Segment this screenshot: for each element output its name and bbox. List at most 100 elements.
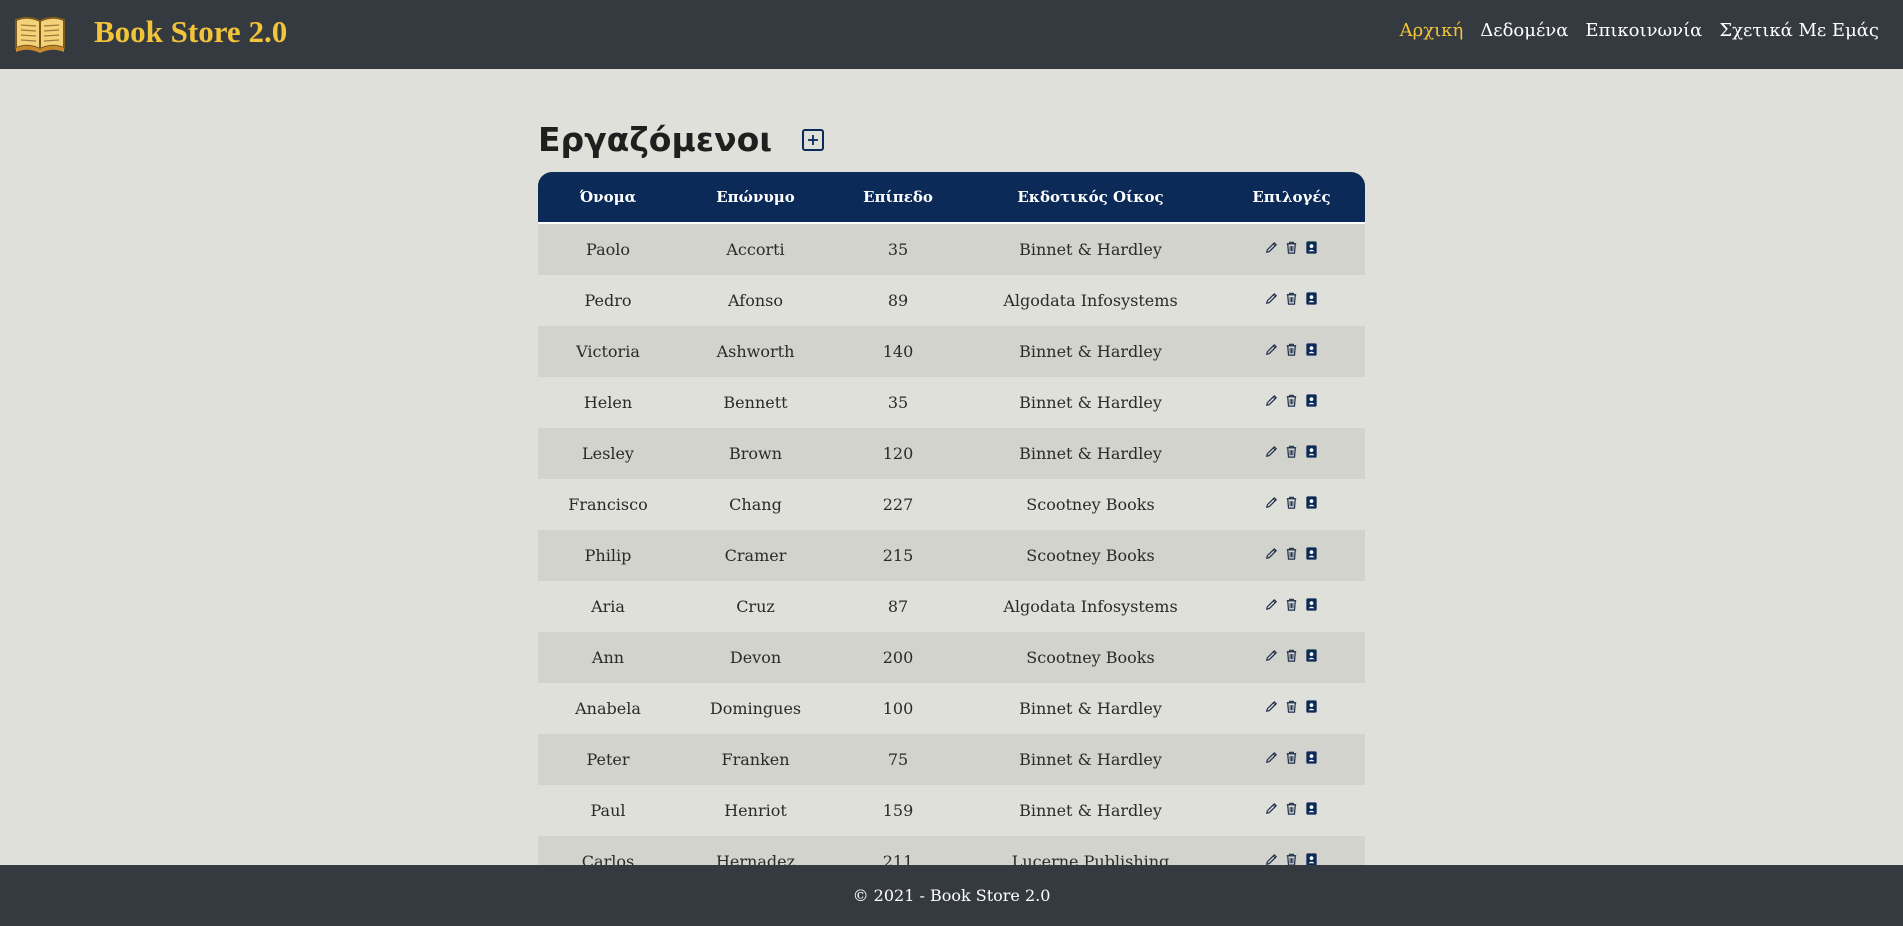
details-card-icon[interactable] [1304, 597, 1319, 612]
row-actions [1264, 750, 1319, 765]
details-card-icon[interactable] [1304, 240, 1319, 255]
cell-first-name: Francisco [538, 479, 678, 530]
edit-pencil-icon[interactable] [1264, 495, 1279, 510]
edit-pencil-icon[interactable] [1264, 444, 1279, 459]
cell-last-name: Devon [678, 632, 833, 683]
column-header-publisher[interactable]: Εκδοτικός Οίκος [963, 172, 1218, 224]
nav-item-data[interactable]: Δεδομένα [1480, 20, 1568, 41]
row-actions [1264, 342, 1319, 357]
trash-icon[interactable] [1284, 597, 1299, 612]
cell-level: 100 [833, 683, 963, 734]
brand-link[interactable]: Book Store 2.0 [94, 14, 287, 50]
details-card-icon[interactable] [1304, 699, 1319, 714]
cell-actions [1218, 683, 1365, 734]
row-actions [1264, 444, 1319, 459]
edit-pencil-icon[interactable] [1264, 342, 1279, 357]
details-card-icon[interactable] [1304, 495, 1319, 510]
cell-first-name: Pedro [538, 275, 678, 326]
nav-item-about[interactable]: Σχετικά Με Εμάς [1719, 20, 1879, 41]
edit-pencil-icon[interactable] [1264, 291, 1279, 306]
edit-pencil-icon[interactable] [1264, 699, 1279, 714]
footer-copyright: © 2021 - Book Store 2.0 [852, 886, 1051, 905]
trash-icon[interactable] [1284, 393, 1299, 408]
cell-first-name: Paolo [538, 224, 678, 275]
table-body: Paolo Accorti 35 Binnet & Hardley Pedro Afons… [538, 224, 1365, 887]
cell-first-name: Paul [538, 785, 678, 836]
edit-pencil-icon[interactable] [1264, 750, 1279, 765]
edit-pencil-icon[interactable] [1264, 393, 1279, 408]
cell-actions [1218, 581, 1365, 632]
row-actions [1264, 291, 1319, 306]
cell-actions [1218, 428, 1365, 479]
cell-publisher: Binnet & Hardley [963, 683, 1218, 734]
cell-actions [1218, 479, 1365, 530]
add-employee-button[interactable] [802, 128, 825, 151]
details-card-icon[interactable] [1304, 801, 1319, 816]
cell-last-name: Domingues [678, 683, 833, 734]
table-row: Victoria Ashworth 140 Binnet & Hardley [538, 326, 1365, 377]
trash-icon[interactable] [1284, 801, 1299, 816]
nav-item-home[interactable]: Αρχική [1400, 20, 1464, 41]
employees-table-container: Όνομα Επώνυμο Επίπεδο Εκδοτικός Οίκος Επ… [538, 172, 1365, 887]
cell-last-name: Brown [678, 428, 833, 479]
trash-icon[interactable] [1284, 648, 1299, 663]
details-card-icon[interactable] [1304, 546, 1319, 561]
nav-menu: Αρχική Δεδομένα Επικοινωνία Σχετικά Με Ε… [1400, 20, 1879, 41]
navbar: Book Store 2.0 Αρχική Δεδομένα Επικοινων… [0, 0, 1903, 69]
cell-first-name: Peter [538, 734, 678, 785]
cell-level: 227 [833, 479, 963, 530]
cell-first-name: Philip [538, 530, 678, 581]
table-row: Pedro Afonso 89 Algodata Infosystems [538, 275, 1365, 326]
cell-last-name: Accorti [678, 224, 833, 275]
edit-pencil-icon[interactable] [1264, 597, 1279, 612]
details-card-icon[interactable] [1304, 393, 1319, 408]
open-book-icon[interactable] [14, 12, 66, 54]
edit-pencil-icon[interactable] [1264, 240, 1279, 255]
row-actions [1264, 597, 1319, 612]
edit-pencil-icon[interactable] [1264, 546, 1279, 561]
trash-icon[interactable] [1284, 240, 1299, 255]
cell-level: 35 [833, 377, 963, 428]
table-row: Paul Henriot 159 Binnet & Hardley [538, 785, 1365, 836]
nav-item-contact[interactable]: Επικοινωνία [1585, 20, 1702, 41]
details-card-icon[interactable] [1304, 291, 1319, 306]
edit-pencil-icon[interactable] [1264, 648, 1279, 663]
details-card-icon[interactable] [1304, 342, 1319, 357]
footer: © 2021 - Book Store 2.0 [0, 865, 1903, 926]
column-header-level[interactable]: Επίπεδο [833, 172, 963, 224]
cell-publisher: Algodata Infosystems [963, 581, 1218, 632]
details-card-icon[interactable] [1304, 444, 1319, 459]
column-header-first-name[interactable]: Όνομα [538, 172, 678, 224]
trash-icon[interactable] [1284, 291, 1299, 306]
table-row: Francisco Chang 227 Scootney Books [538, 479, 1365, 530]
trash-icon[interactable] [1284, 342, 1299, 357]
cell-actions [1218, 734, 1365, 785]
edit-pencil-icon[interactable] [1264, 801, 1279, 816]
table-row: Philip Cramer 215 Scootney Books [538, 530, 1365, 581]
cell-publisher: Binnet & Hardley [963, 428, 1218, 479]
page-header: Εργαζόμενοι [538, 120, 825, 159]
cell-actions [1218, 530, 1365, 581]
column-header-last-name[interactable]: Επώνυμο [678, 172, 833, 224]
cell-publisher: Scootney Books [963, 530, 1218, 581]
cell-publisher: Binnet & Hardley [963, 224, 1218, 275]
trash-icon[interactable] [1284, 495, 1299, 510]
cell-first-name: Aria [538, 581, 678, 632]
cell-level: 35 [833, 224, 963, 275]
trash-icon[interactable] [1284, 546, 1299, 561]
cell-level: 140 [833, 326, 963, 377]
cell-last-name: Franken [678, 734, 833, 785]
table-row: Lesley Brown 120 Binnet & Hardley [538, 428, 1365, 479]
details-card-icon[interactable] [1304, 648, 1319, 663]
cell-actions [1218, 275, 1365, 326]
table-row: Anabela Domingues 100 Binnet & Hardley [538, 683, 1365, 734]
table-row: Aria Cruz 87 Algodata Infosystems [538, 581, 1365, 632]
trash-icon[interactable] [1284, 699, 1299, 714]
trash-icon[interactable] [1284, 444, 1299, 459]
details-card-icon[interactable] [1304, 750, 1319, 765]
cell-last-name: Cramer [678, 530, 833, 581]
cell-first-name: Helen [538, 377, 678, 428]
table-row: Peter Franken 75 Binnet & Hardley [538, 734, 1365, 785]
trash-icon[interactable] [1284, 750, 1299, 765]
cell-publisher: Binnet & Hardley [963, 785, 1218, 836]
